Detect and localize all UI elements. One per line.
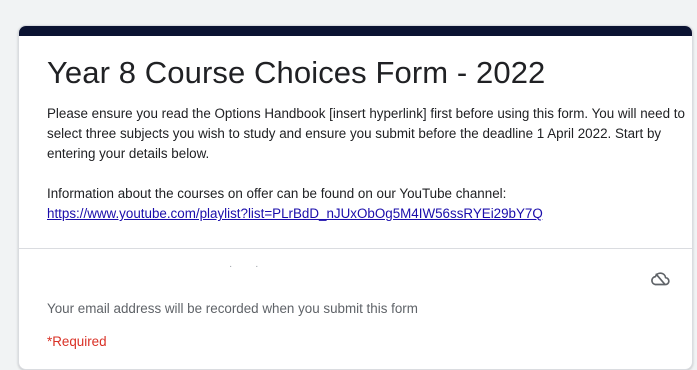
youtube-info-text: Information about the courses on offer c…: [47, 186, 507, 201]
cloud-not-saved-icon[interactable]: [650, 271, 670, 287]
form-header: Year 8 Course Choices Form - 2022 Please…: [19, 36, 692, 248]
form-description: Please ensure you read the Options Handb…: [47, 104, 687, 224]
email-collection-notice: Your email address will be recorded when…: [47, 301, 418, 316]
youtube-playlist-link[interactable]: https://www.youtube.com/playlist?list=PL…: [47, 206, 543, 221]
theme-accent-bar: [19, 26, 692, 36]
required-indicator: *Required: [47, 334, 107, 349]
form-meta-section: · · Your email address will be recorded …: [19, 249, 692, 369]
cloud-icon-svg: [651, 272, 670, 286]
form-header-card: Year 8 Course Choices Form - 2022 Please…: [18, 25, 693, 370]
account-placeholder-dots: · ·: [229, 261, 269, 272]
description-paragraph: Please ensure you read the Options Handb…: [47, 106, 685, 161]
form-title: Year 8 Course Choices Form - 2022: [47, 55, 546, 90]
